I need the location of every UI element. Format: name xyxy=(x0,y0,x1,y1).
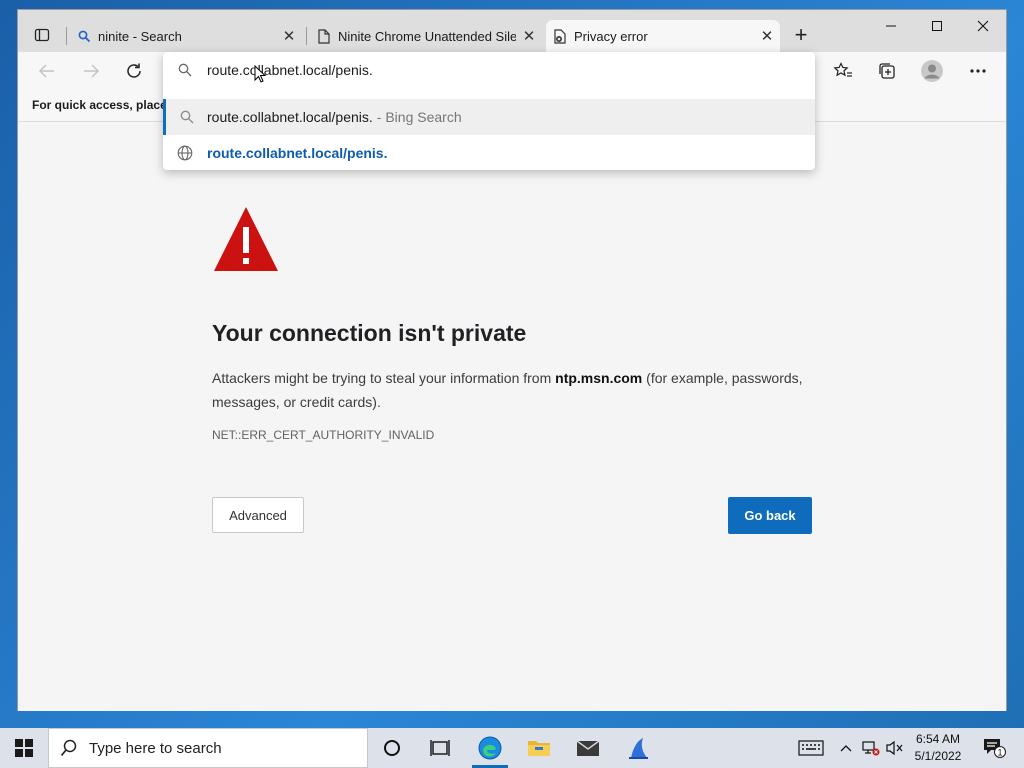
close-tab-icon[interactable]: ✕ xyxy=(276,27,302,45)
refresh-icon xyxy=(127,63,141,78)
go-back-button[interactable]: Go back xyxy=(728,497,812,534)
suggestion-text: route.collabnet.local/penis. xyxy=(207,109,373,125)
globe-icon xyxy=(163,145,207,161)
cortana-circle-icon xyxy=(384,740,400,756)
error-code: NET::ERR_CERT_AUTHORITY_INVALID xyxy=(212,428,435,442)
suggestion-bing-search[interactable]: route.collabnet.local/penis. - Bing Sear… xyxy=(163,99,815,135)
network-disconnected-icon xyxy=(862,741,880,756)
settings-more-button[interactable] xyxy=(963,57,993,85)
notification-center-button[interactable]: 1 xyxy=(976,728,1012,768)
privacy-error-icon xyxy=(546,28,574,44)
keyboard-tray-button[interactable] xyxy=(796,728,826,768)
mail-icon xyxy=(576,740,600,756)
page-icon xyxy=(310,28,338,44)
tab-ninite-search[interactable]: ninite - Search ✕ xyxy=(70,20,302,52)
tab-privacy-error[interactable]: Privacy error ✕ xyxy=(546,20,780,52)
page-title: Your connection isn't private xyxy=(212,320,527,346)
more-dots-icon xyxy=(970,69,986,73)
taskbar-app[interactable] xyxy=(614,728,662,768)
page-content: Your connection isn't private Attackers … xyxy=(18,123,1006,711)
volume-tray-button[interactable] xyxy=(884,728,906,768)
advanced-button[interactable]: Advanced xyxy=(212,497,304,533)
tab-title: Ninite Chrome Unattended Silen xyxy=(338,28,516,44)
browser-window: ninite - Search ✕ Ninite Chrome Unattend… xyxy=(17,9,1007,711)
show-hidden-icons-button[interactable] xyxy=(836,728,856,768)
close-tab-icon[interactable]: ✕ xyxy=(754,27,780,45)
network-tray-button[interactable] xyxy=(860,728,882,768)
taskbar-clock[interactable]: 6:54 AM 5/1/2022 xyxy=(908,731,968,765)
error-domain: ntp.msn.com xyxy=(555,370,643,386)
address-input-text: route.collabnet.local/penis. xyxy=(207,62,373,78)
taskbar-search-box[interactable]: Type here to search xyxy=(48,728,368,768)
taskbar-file-explorer[interactable] xyxy=(515,728,563,768)
arrow-right-icon xyxy=(84,64,100,78)
maximize-icon xyxy=(932,21,942,31)
tab-title: Privacy error xyxy=(574,28,648,44)
search-icon xyxy=(166,110,207,124)
close-window-button[interactable] xyxy=(960,10,1006,42)
start-button[interactable] xyxy=(0,728,48,768)
notification-count: 1 xyxy=(997,748,1002,758)
windows-logo-icon xyxy=(15,739,33,757)
favorites-button[interactable] xyxy=(828,57,858,85)
tab-separator xyxy=(66,27,67,45)
maximize-button[interactable] xyxy=(914,10,960,42)
taskbar-search-placeholder: Type here to search xyxy=(89,739,222,757)
tab-strip: ninite - Search ✕ Ninite Chrome Unattend… xyxy=(18,10,1006,52)
taskbar-mail[interactable] xyxy=(564,728,612,768)
search-icon xyxy=(70,30,98,43)
new-tab-button[interactable]: + xyxy=(788,24,814,48)
taskbar: Type here to search 6:54 AM 5/1/2022 1 xyxy=(0,728,1024,768)
cortana-button[interactable] xyxy=(368,728,416,768)
error-description-text: Attackers might be trying to steal your … xyxy=(212,370,552,386)
clock-time: 6:54 AM xyxy=(915,732,961,746)
tab-actions-button[interactable] xyxy=(26,20,58,50)
taskbar-edge[interactable] xyxy=(466,728,514,768)
notification-icon: 1 xyxy=(984,739,1006,758)
keyboard-icon xyxy=(798,740,824,756)
minimize-button[interactable] xyxy=(868,10,914,42)
collections-icon xyxy=(879,63,895,79)
task-view-icon xyxy=(430,740,450,756)
tab-ninite-chrome[interactable]: Ninite Chrome Unattended Silen ✕ xyxy=(310,20,542,52)
profile-button[interactable] xyxy=(917,57,947,85)
task-view-button[interactable] xyxy=(416,728,464,768)
suggestion-hint: - Bing Search xyxy=(376,109,462,125)
close-icon xyxy=(977,20,989,32)
clock-date: 5/1/2022 xyxy=(914,749,962,763)
tab-actions-icon xyxy=(34,28,50,42)
tab-separator xyxy=(306,27,307,45)
refresh-button[interactable] xyxy=(119,57,149,85)
avatar-icon xyxy=(921,60,943,82)
forward-button[interactable] xyxy=(76,57,106,85)
mouse-cursor-icon xyxy=(254,65,266,83)
suggestion-url-text: route.collabnet.local/penis. xyxy=(207,145,388,161)
star-list-icon xyxy=(833,62,852,77)
search-icon xyxy=(49,739,89,757)
chevron-up-icon xyxy=(840,745,852,752)
warning-icon xyxy=(214,207,278,271)
folder-icon xyxy=(528,741,550,756)
sail-app-icon xyxy=(629,738,648,759)
minimize-icon xyxy=(886,25,896,27)
edge-icon xyxy=(478,736,502,760)
back-button[interactable] xyxy=(32,57,62,85)
arrow-left-icon xyxy=(38,64,54,78)
close-tab-icon[interactable]: ✕ xyxy=(516,27,542,45)
tab-title: ninite - Search xyxy=(98,28,182,44)
suggestion-url[interactable]: route.collabnet.local/penis. xyxy=(163,135,815,171)
collections-button[interactable] xyxy=(872,57,902,85)
speaker-muted-icon xyxy=(886,740,903,756)
search-icon xyxy=(163,63,207,77)
error-description: Attackers might be trying to steal your … xyxy=(212,366,822,414)
